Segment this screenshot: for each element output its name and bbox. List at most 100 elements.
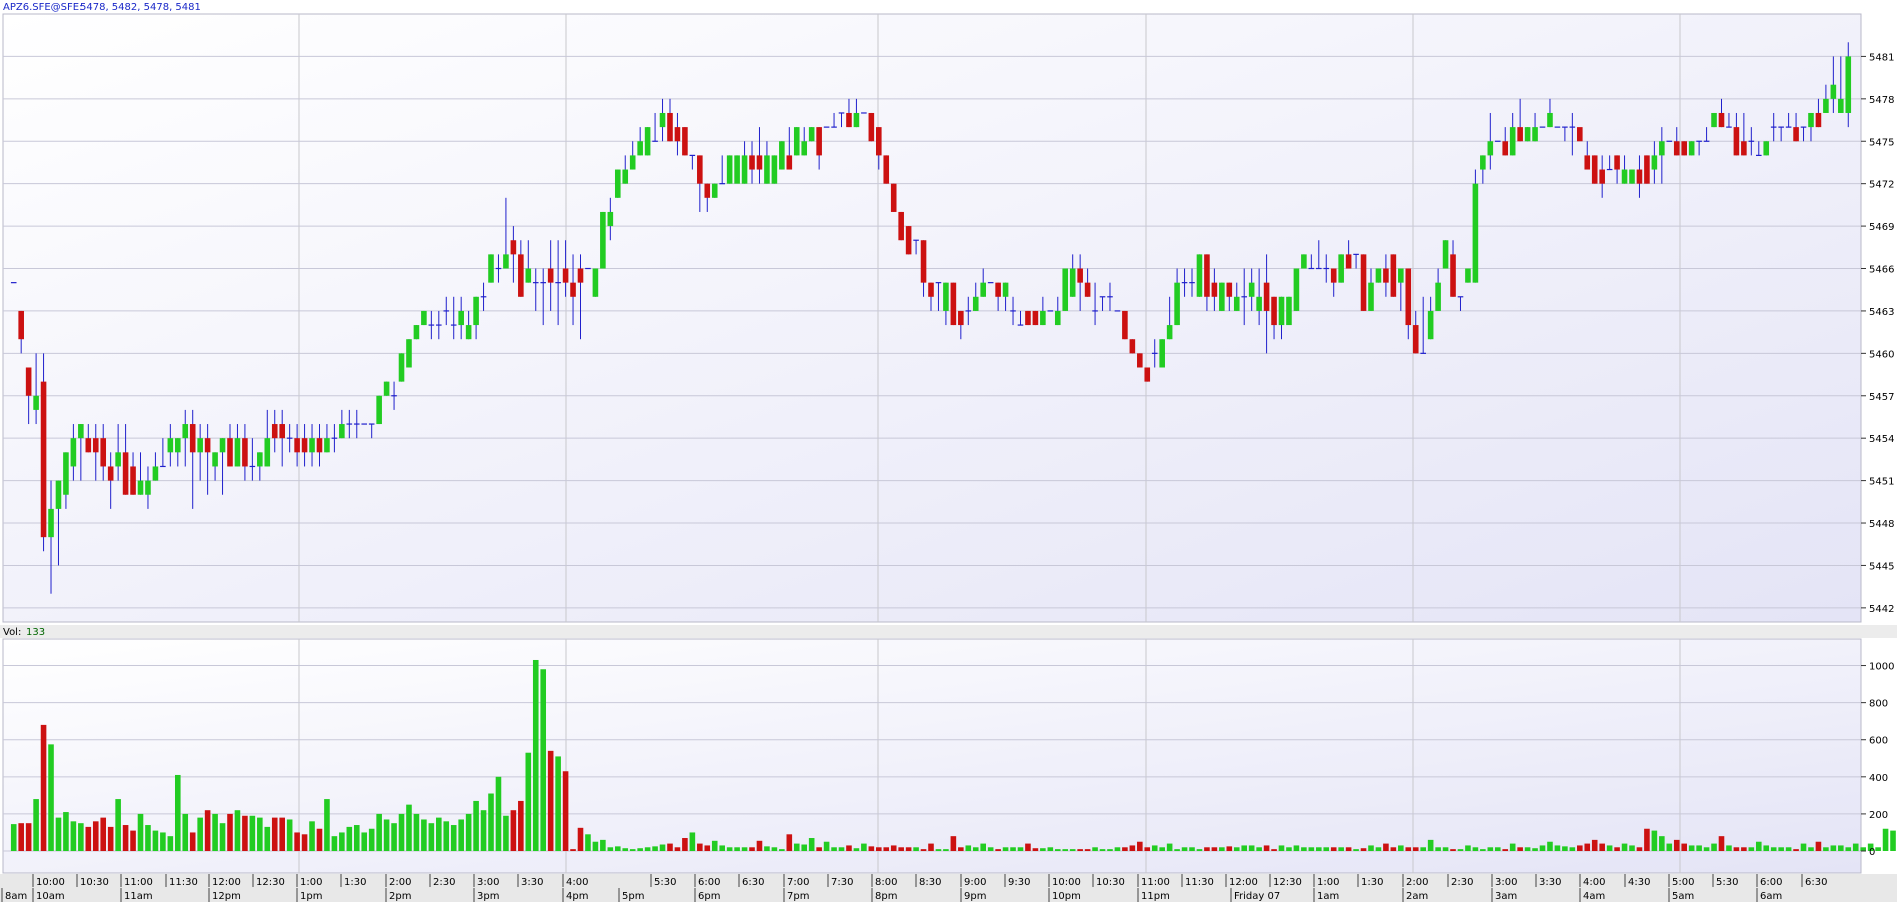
volume-bar [1599,843,1605,851]
candle-body-up [1196,254,1203,297]
time-primary-label: 5:00 [1672,877,1694,888]
volume-bar [972,847,979,851]
volume-bar [779,849,785,851]
volume-bar [1711,843,1717,851]
volume-bar [1494,847,1501,851]
volume-bar [1338,847,1344,851]
volume-bar [1778,847,1784,851]
volume-y-tick-label: 1000 [1869,662,1894,673]
volume-bar [309,821,315,851]
volume-bar [503,815,509,851]
candle-body-down [1412,325,1419,354]
volume-bar [40,724,47,851]
volume-bar [861,843,867,851]
volume-y-tick-label: 200 [1869,810,1888,821]
candle-body-down [816,127,822,156]
price-y-tick-label: 5478 [1869,95,1894,106]
time-primary-label: 3:30 [521,877,543,888]
candle-body-down [1591,155,1598,184]
price-panel[interactable]: 5442 5445 5448 5451 5454 5457 5460 5463 5466 5469… [2,13,1894,623]
volume-bar [1517,847,1523,851]
candle-body-down [704,183,711,198]
volume-bar [1815,841,1822,851]
volume-bar [1487,847,1494,851]
candle-body-up [853,112,860,128]
time-primary-label: 1:00 [1317,877,1339,888]
volume-bar [965,845,972,851]
candle-body-down [1405,268,1412,326]
candle-body-down [189,424,196,453]
volume-bar [1181,847,1188,851]
candle-body-up [726,155,733,184]
volume-bar [1107,849,1113,851]
candle-body-down [1733,127,1740,156]
volume-bar [130,830,136,851]
volume-bar [122,825,129,851]
price-y-tick-label: 5466 [1869,265,1894,276]
volume-bar [622,848,629,851]
candle-body-up [197,438,203,453]
candle-body-down [122,452,129,495]
volume-bar [1800,843,1807,851]
candle-body-up [234,438,241,467]
candle-body-down [518,254,524,297]
volume-bar [421,819,427,851]
volume-bar [905,847,912,851]
candle-body-down [1129,339,1136,354]
volume-bar [1606,845,1613,851]
volume-bar [1562,846,1568,851]
volume-panel[interactable]: 0 200 400 600 800 1000 [2,638,1897,874]
candle-body-up [1509,127,1516,156]
candle-body-up [1480,155,1486,170]
volume-bar [174,774,181,851]
volume-bar [1509,843,1516,851]
volume-bar [92,821,99,851]
time-primary-label: 2:00 [1406,877,1428,888]
volume-bar [286,819,293,851]
volume-bar [1644,828,1650,851]
candle-body-up [1301,254,1307,269]
volume-bar [1040,848,1046,851]
volume-bar [764,846,770,851]
volume-y-tick-label: 800 [1869,699,1888,710]
time-primary-label: 12:30 [256,877,285,888]
candle-body-up [1375,268,1382,283]
candle-body-down [1681,141,1688,156]
volume-bar [600,839,606,851]
candle-body-up [48,508,54,538]
candle-body-up [115,452,121,467]
chart-canvas[interactable]: 5442 5445 5448 5451 5454 5457 5460 5463 5466 5469… [0,0,1897,902]
candle-body-down [1644,155,1650,184]
volume-bar [1196,849,1203,851]
volume-bar [1144,847,1151,851]
volume-bar [1412,847,1419,851]
volume-bar [1882,828,1889,851]
candle-body-up [1838,98,1844,113]
candle-body-up [264,438,271,467]
volume-bar [488,793,494,851]
volume-bar [1241,845,1248,851]
candle-body-up [1629,169,1635,184]
candle-body-up [1763,141,1770,156]
price-y-tick-label: 5472 [1869,180,1894,191]
candle-body-up [413,325,420,340]
candle-body-down [570,282,576,297]
volume-bar [935,849,942,851]
price-panel-background [2,13,1862,623]
candle-body-down [271,424,278,439]
time-primary-label: 11:00 [1141,877,1170,888]
volume-bar [1345,847,1352,851]
volume-bar [48,744,54,851]
candle-body-down [756,155,763,170]
volume-header-bar [0,625,1897,638]
volume-bar [339,832,345,851]
volume-bar [1808,847,1814,851]
candle-body-down [510,240,517,255]
candle-body-down [905,226,912,255]
volume-bar [249,815,256,851]
candle-body-down [1673,141,1680,156]
volume-bar [1577,845,1583,851]
candle-body-down [204,438,211,453]
volume-bar [1099,849,1106,851]
candle-body-up [711,183,718,198]
